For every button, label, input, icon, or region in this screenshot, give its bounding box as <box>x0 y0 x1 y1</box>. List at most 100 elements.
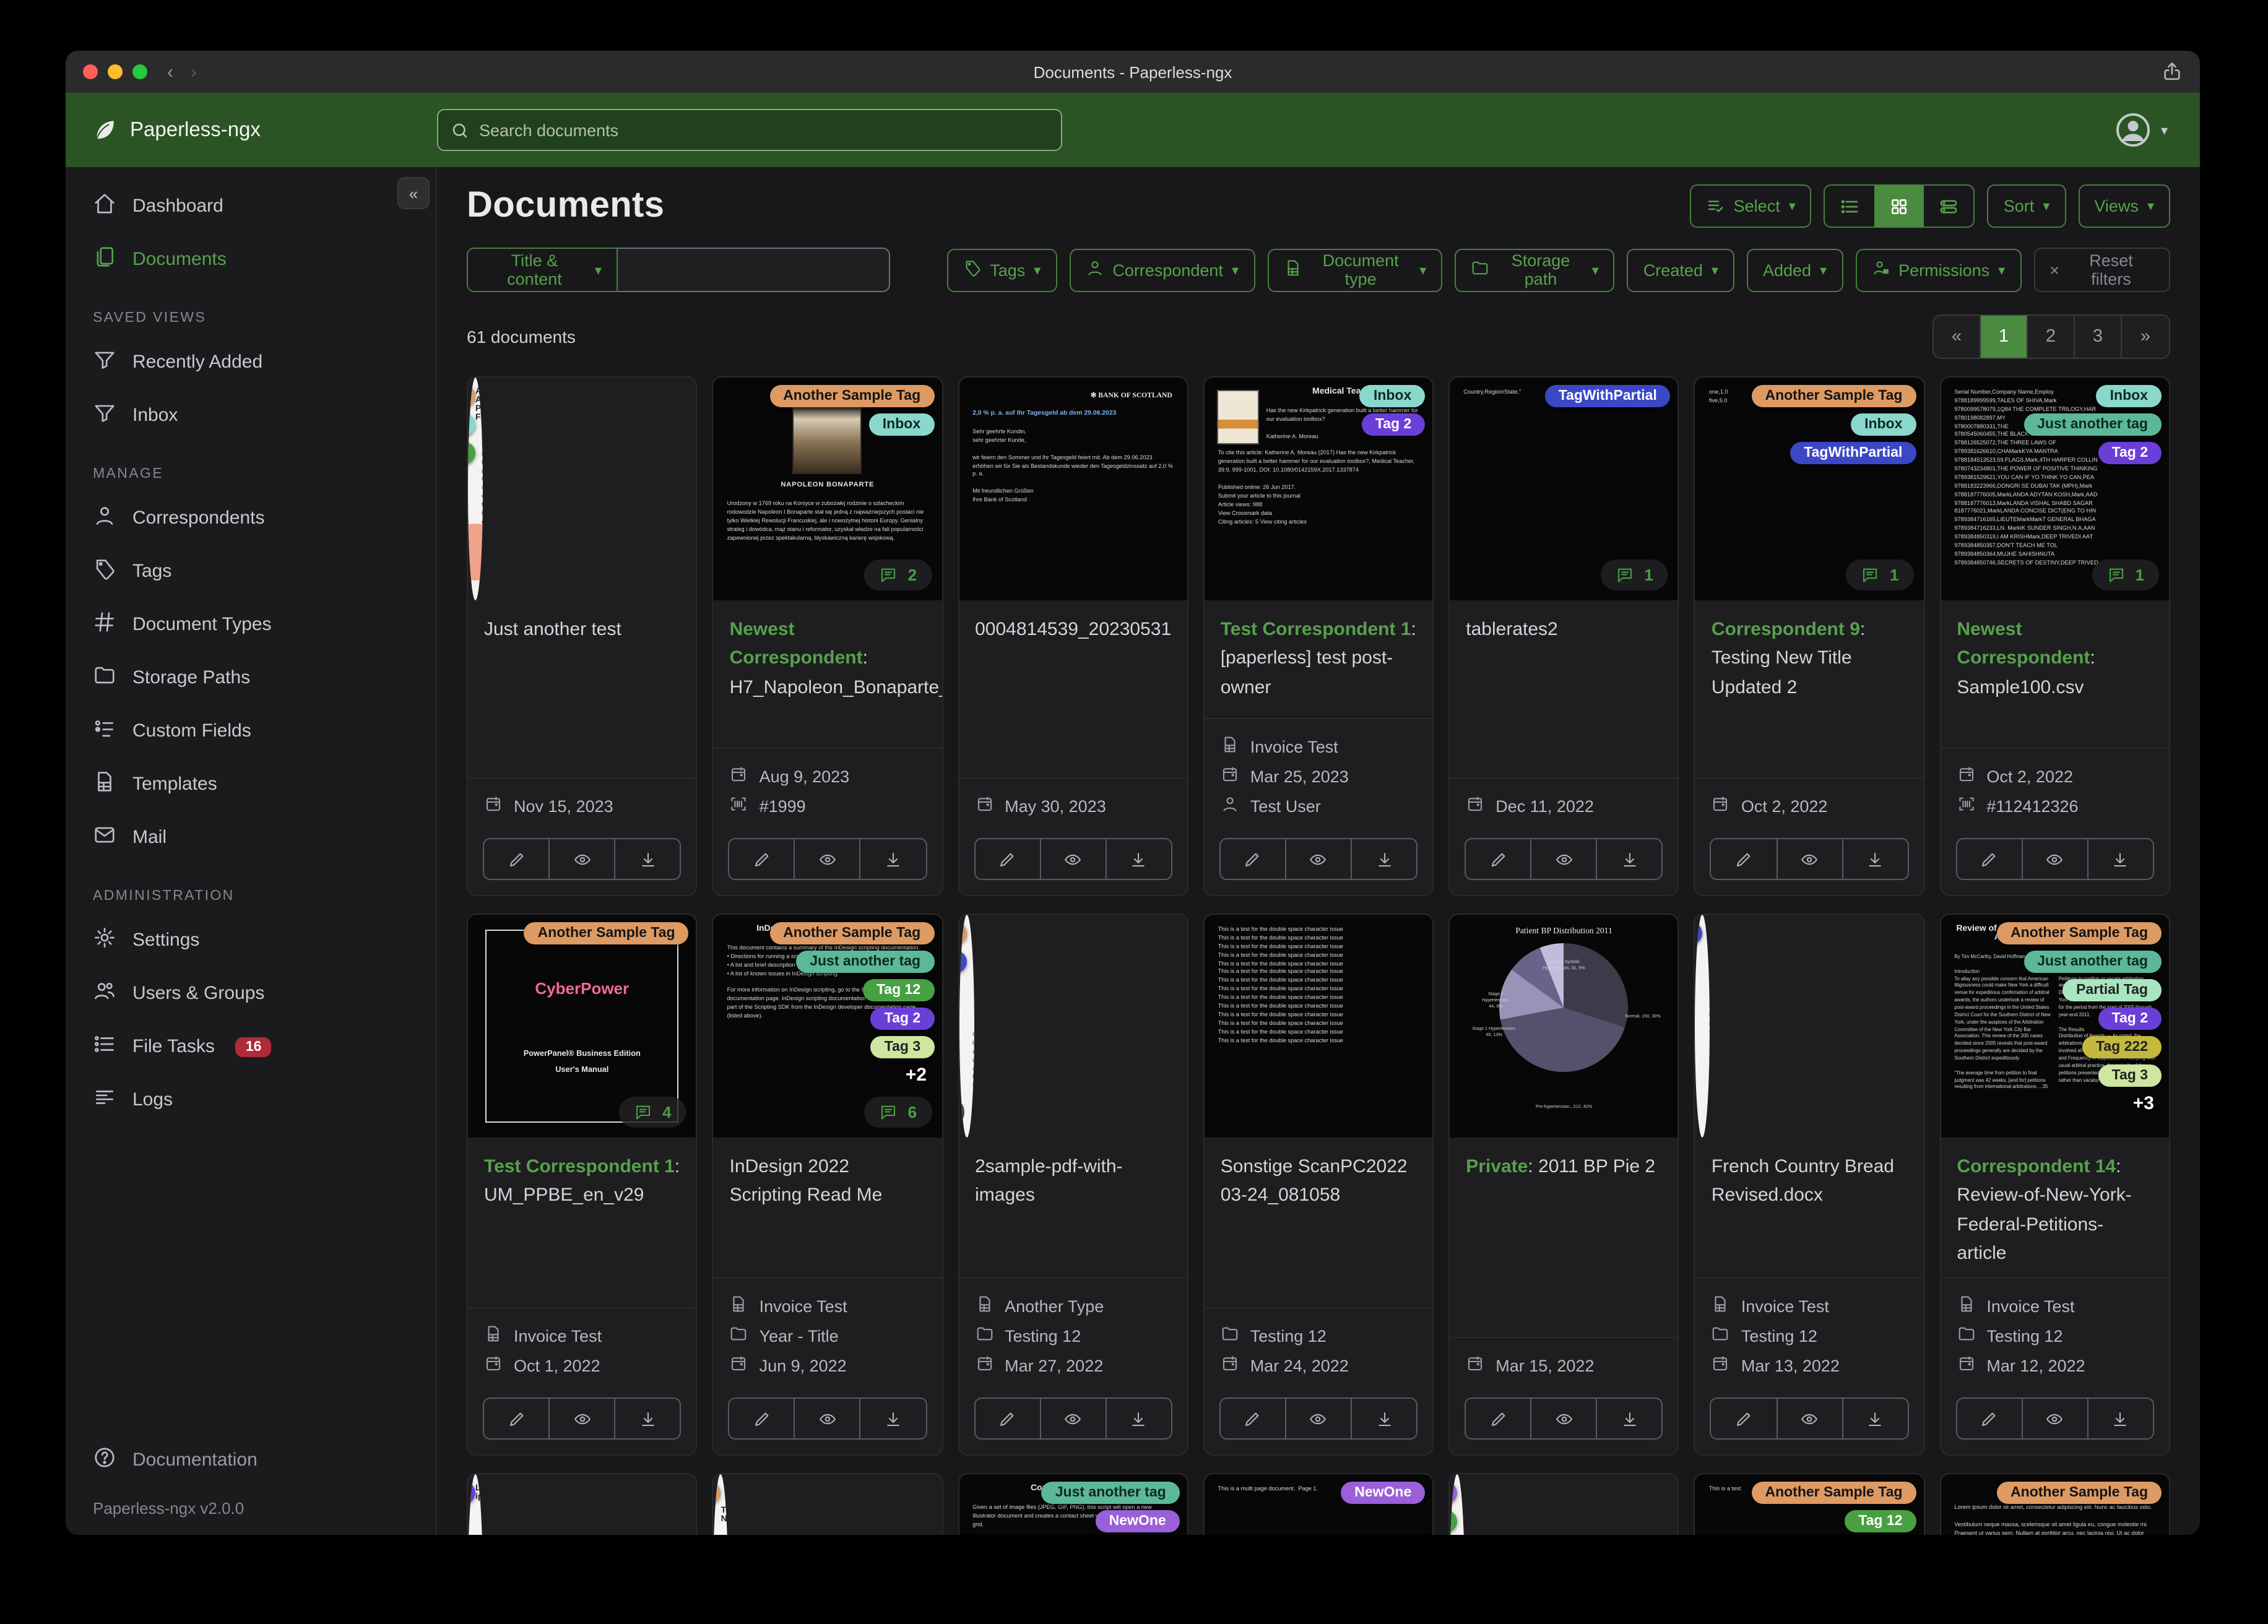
download-document-button[interactable] <box>859 838 927 880</box>
document-card[interactable]: NAPOLEON BONAPARTE Urodzony w 1769 roku n… <box>712 376 943 896</box>
document-card[interactable]: Curabitur bibendum ante urna, sed blandi… <box>958 914 1188 1456</box>
sidebar-item-logs[interactable]: Logs <box>66 1073 436 1126</box>
document-thumbnail[interactable]: Test Name123-456-7890 January 2, 2022 Ju… <box>713 1474 729 1535</box>
tag-pill[interactable]: Inbox <box>868 413 935 436</box>
document-thumbnail[interactable]: CyberPower PowerPanel® Business Edition Us… <box>468 915 696 1138</box>
sidebar-item-document-types[interactable]: Document Types <box>66 598 436 651</box>
tag-pill[interactable]: Another Sample Tag <box>1751 385 1916 407</box>
document-card[interactable]: Patient BP Distribution 2011 Isolated Sys… <box>1448 914 1679 1456</box>
download-document-button[interactable] <box>1842 838 1909 880</box>
document-card[interactable]: This is a multi page document. Page 1. Ne… <box>1203 1473 1434 1535</box>
document-thumbnail[interactable]: Adobe Acrobat PDF FilesAdobe® Portable D… <box>468 378 483 600</box>
tag-pill[interactable]: Partial Tag <box>2062 979 2162 1001</box>
edit-document-button[interactable] <box>1219 1397 1286 1440</box>
view-grid-button[interactable] <box>1874 186 1924 227</box>
document-thumbnail[interactable]: Lorem ipsumLorem ipsum dolor sit amet, c… <box>468 1474 483 1535</box>
filter-document-type-button[interactable]: Document type ▾ <box>1267 248 1443 292</box>
tag-pill[interactable]: Another Sample Tag <box>769 385 935 407</box>
download-document-button[interactable] <box>859 1397 927 1440</box>
sidebar-collapse-button[interactable]: « <box>397 177 430 209</box>
preview-document-button[interactable] <box>2021 838 2088 880</box>
tag-pill[interactable]: Tag 2 <box>1361 413 1426 436</box>
views-button[interactable]: Views ▾ <box>2078 184 2170 228</box>
document-card[interactable]: InDesign Scripting DocumentationThis doc… <box>712 914 943 1456</box>
edit-document-button[interactable] <box>1465 838 1532 880</box>
edit-document-button[interactable] <box>1955 1397 2023 1440</box>
sidebar-item-mail[interactable]: Mail <box>66 811 436 864</box>
sidebar-item-custom-fields[interactable]: Custom Fields <box>66 704 436 758</box>
sidebar-item-templates[interactable]: Templates <box>66 758 436 811</box>
download-document-button[interactable] <box>1842 1397 1909 1440</box>
document-thumbnail[interactable]: French Country Bread For the Leaven 1 he… <box>1695 915 1710 1138</box>
tag-pill[interactable]: Tag 2 <box>2098 1008 2162 1030</box>
tag-pill[interactable]: TagWithPartial <box>959 951 967 973</box>
document-card[interactable]: Adobe Acrobat PDF FilesAdobe® Portable D… <box>467 376 698 896</box>
tag-pill[interactable]: Tag 12 <box>862 979 935 1001</box>
document-thumbnail[interactable]: This is a test for the double space char… <box>1204 915 1433 1138</box>
filter-tags-button[interactable]: Tags ▾ <box>946 248 1057 292</box>
tag-pill[interactable]: Tag 2 <box>468 1482 475 1504</box>
comment-count-badge[interactable]: 2 <box>864 559 932 590</box>
document-card[interactable]: The SATPracticeTest #1Make time to take … <box>1448 1473 1679 1535</box>
preview-document-button[interactable] <box>1284 838 1353 880</box>
tag-pill[interactable]: Just another tag <box>796 951 935 973</box>
pagination-page-3[interactable]: 3 <box>2075 316 2122 358</box>
tag-pill[interactable]: Just another tag <box>1041 1482 1180 1504</box>
document-card[interactable]: This is a test for the double space char… <box>1203 914 1434 1456</box>
document-thumbnail[interactable]: Country,Region/State,” TagWithPartial 1 <box>1450 378 1678 600</box>
preview-document-button[interactable] <box>1039 1397 1107 1440</box>
tag-pill[interactable]: Just another tag <box>2023 413 2162 436</box>
document-thumbnail[interactable]: Medical Teacher Has the new Kirkpatrick g… <box>1204 378 1433 600</box>
tag-pill[interactable]: NewOne <box>1450 1482 1458 1504</box>
zoom-window-button[interactable] <box>132 64 147 79</box>
tag-pill[interactable]: Another Sample Tag <box>1997 1482 2162 1504</box>
document-thumbnail[interactable]: Curabitur bibendum ante urna, sed blandi… <box>959 915 974 1138</box>
view-cards-button[interactable] <box>1924 186 1974 227</box>
close-window-button[interactable] <box>83 64 98 79</box>
document-thumbnail[interactable]: The SATPracticeTest #1Make time to take … <box>1450 1474 1465 1535</box>
document-card[interactable]: Lorem ipsumLorem ipsum dolor sit amet, c… <box>467 1473 698 1535</box>
tag-pill[interactable]: Another Sample Tag <box>1751 1482 1916 1504</box>
download-document-button[interactable] <box>614 838 682 880</box>
tag-pill[interactable]: Tag 2 <box>2098 442 2162 464</box>
preview-document-button[interactable] <box>794 838 861 880</box>
tag-pill[interactable]: TagWithPartial <box>1695 922 1703 944</box>
preview-document-button[interactable] <box>1530 838 1598 880</box>
edit-document-button[interactable] <box>1710 1397 1778 1440</box>
card-correspondent[interactable]: Newest Correspondent <box>730 619 863 669</box>
edit-document-button[interactable] <box>1465 1397 1532 1440</box>
document-card[interactable]: French Country Bread For the Leaven 1 he… <box>1694 914 1925 1456</box>
preview-document-button[interactable] <box>1039 838 1107 880</box>
document-thumbnail[interactable]: This is a multi page document. Page 1. Ne… <box>1204 1474 1433 1535</box>
document-thumbnail[interactable]: Patient BP Distribution 2011 Isolated Sys… <box>1450 915 1678 1138</box>
tag-pill[interactable]: Another Sample Tag <box>1997 922 2162 944</box>
edit-document-button[interactable] <box>728 838 795 880</box>
document-card[interactable]: one,1.0 five,5.0 Another Sample Tag Inbox T… <box>1694 376 1925 896</box>
edit-document-button[interactable] <box>483 1397 550 1440</box>
filter-permissions-button[interactable]: Permissions ▾ <box>1855 248 2022 292</box>
document-thumbnail[interactable]: Review of New York Federal Petitions of … <box>1941 915 2169 1138</box>
download-document-button[interactable] <box>1105 838 1172 880</box>
download-document-button[interactable] <box>1596 1397 1663 1440</box>
document-card[interactable]: Lorem ipsumLorem ipsum dolor sit amet, c… <box>1939 1473 2170 1535</box>
card-correspondent[interactable]: Correspondent 14 <box>1957 1156 2116 1177</box>
comment-count-badge[interactable]: 1 <box>1601 559 1668 590</box>
download-document-button[interactable] <box>2087 1397 2154 1440</box>
select-button[interactable]: Select ▾ <box>1690 184 1812 228</box>
tag-pill[interactable]: Another Sample Tag <box>713 1482 721 1504</box>
share-icon[interactable] <box>2162 61 2183 82</box>
comment-count-badge[interactable]: 1 <box>2092 559 2159 590</box>
tag-pill[interactable]: Another Sample Tag <box>959 922 967 944</box>
sidebar-item-tags[interactable]: Tags <box>66 545 436 598</box>
tag-pill[interactable]: Inbox <box>2096 385 2162 407</box>
preview-document-button[interactable] <box>794 1397 861 1440</box>
tag-pill[interactable]: Tag 12 <box>468 442 475 464</box>
tag-pill[interactable]: NewOne <box>1341 1482 1426 1504</box>
document-thumbnail[interactable]: ✻ BANK OF SCOTLAND 2,0 % p. a. auf Ihr Ta… <box>959 378 1187 600</box>
document-thumbnail[interactable]: one,1.0 five,5.0 Another Sample Tag Inbox T… <box>1695 378 1924 600</box>
tag-pill[interactable]: Tag 12 <box>1845 1510 1916 1532</box>
tag-pill[interactable]: NewOne <box>1095 1510 1180 1532</box>
pagination-page-1[interactable]: 1 <box>1981 316 2028 358</box>
tag-pill[interactable]: Tag 2 <box>870 1008 935 1030</box>
card-correspondent[interactable]: Correspondent 9 <box>1712 619 1860 640</box>
